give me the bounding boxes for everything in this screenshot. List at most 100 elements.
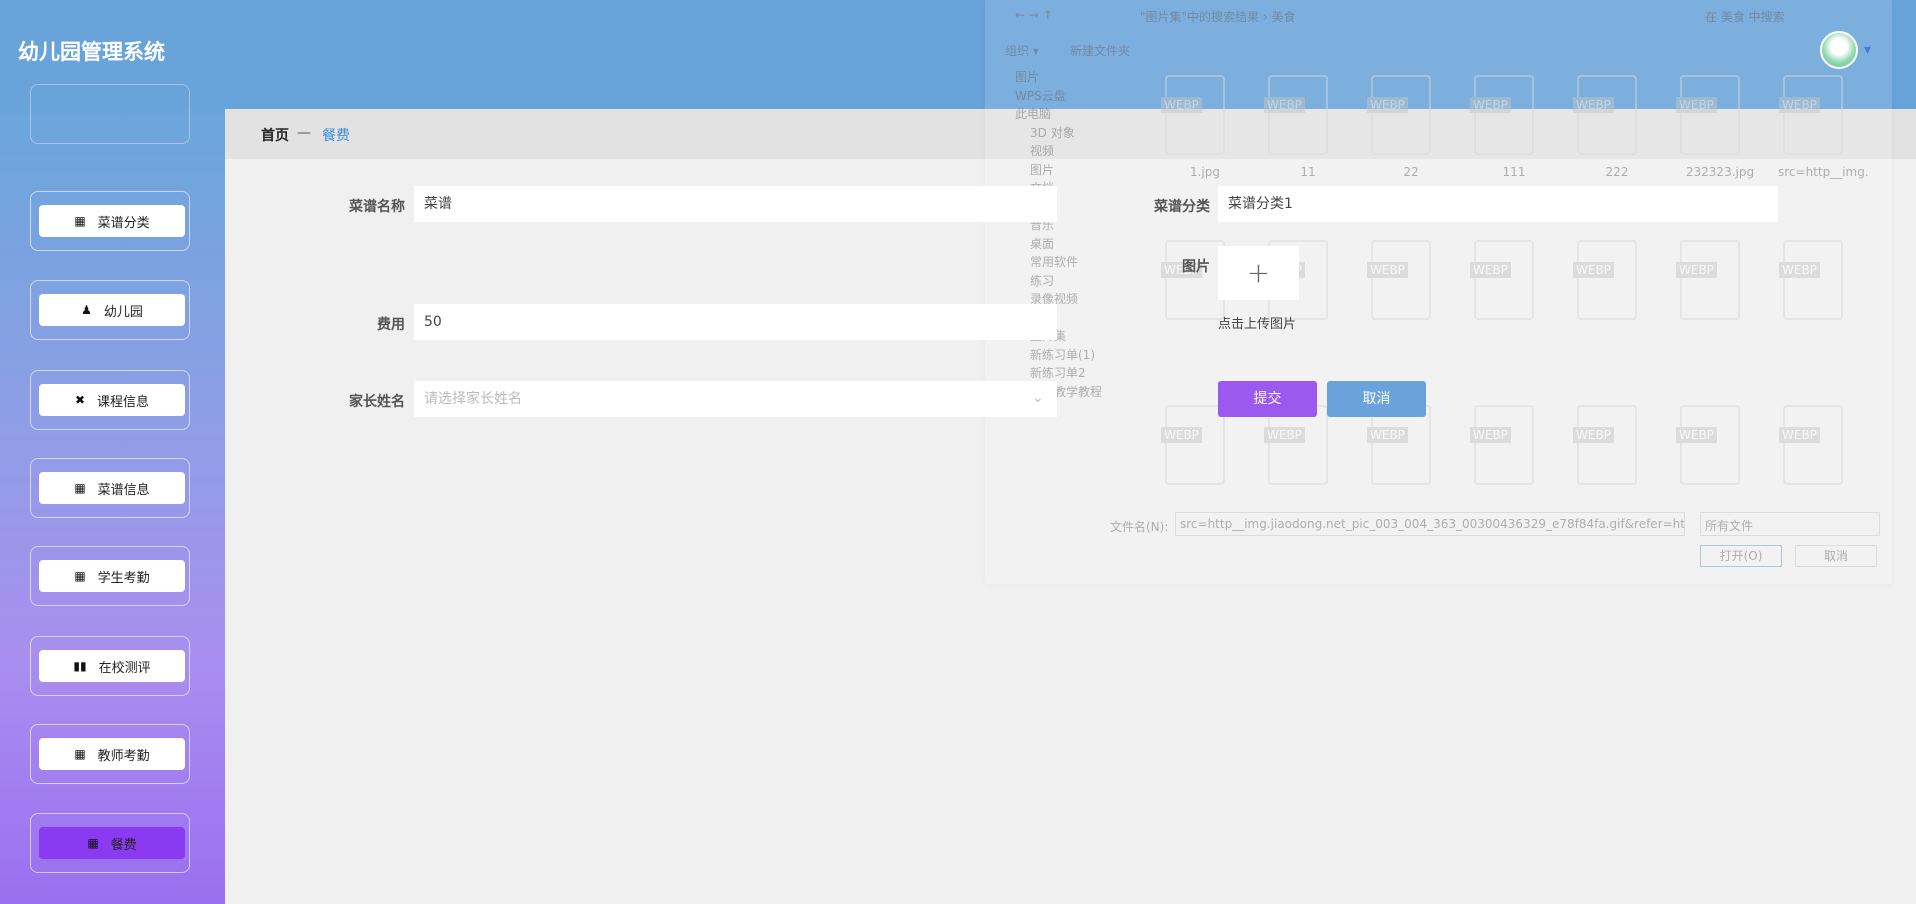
book-icon: ▮▮ [73,659,87,673]
dialog-file-icon[interactable]: WEBP [1676,405,1740,485]
dialog-file-name[interactable]: 22 [1366,165,1456,179]
dialog-file-icon[interactable]: WEBP [1161,405,1225,485]
dialog-tree-item[interactable]: 新练习单(1) [1030,346,1095,363]
parent-name-select[interactable]: 请选择家长姓名 [414,381,1057,417]
sidebar-item-button[interactable]: ♟ 幼儿园 [39,294,185,326]
dialog-file-icon[interactable]: WEBP [1573,75,1637,155]
file-open-dialog-ghost: ← → ↑ "图片集"中的搜索结果 › 美食 在 美食 中搜索 组织 ▾ 新建文… [985,0,1892,584]
dialog-file-icon[interactable]: WEBP [1779,405,1843,485]
dialog-file-icon[interactable]: WEBP [1367,405,1431,485]
sidebar-item[interactable]: ♟ 幼儿园 [30,280,190,340]
menu-name-label: 菜谱名称 [349,199,405,215]
dialog-file-name[interactable]: src=http__img.jiaodong.net_pic_003_004_3… [1778,165,1868,179]
sidebar-item-button[interactable]: ▦ 菜谱分类 [39,205,185,237]
parent-name-label: 家长姓名 [349,394,405,410]
dialog-tree-item[interactable]: 练习 [1030,272,1054,289]
dialog-file-icon[interactable]: WEBP [1470,75,1534,155]
dialog-organize[interactable]: 组织 ▾ [1005,42,1039,59]
dialog-file-name[interactable]: 1.jpg [1160,165,1250,179]
sidebar-item[interactable]: ▦ 餐费 [30,813,190,873]
upload-plus-button[interactable]: + [1218,246,1299,300]
grid-icon: ▦ [74,569,86,583]
dialog-file-name[interactable]: 11 [1263,165,1353,179]
sidebar-item-label: 学生考勤 [97,570,150,586]
dialog-tree-item[interactable]: WPS云盘 [1015,87,1066,104]
sidebar-item-label: 教师考勤 [97,748,150,764]
sidebar-item-label: 在校测评 [98,660,151,676]
sidebar-item-button[interactable]: ▮▮ 在校测评 [39,650,185,682]
sidebar-item-button[interactable]: ▦ 学生考勤 [39,560,185,592]
dialog-file-name[interactable]: 111 [1469,165,1559,179]
sidebar-item-label: 餐费 [110,837,137,853]
sidebar-item[interactable]: ▮▮ 在校测评 [30,636,190,696]
sidebar-item-partial [30,84,190,144]
sidebar-item[interactable]: ▦ 菜谱信息 [30,458,190,518]
dialog-tree-item[interactable]: 图片 [1030,161,1054,178]
user-icon: ♟ [81,303,92,317]
dialog-cancel-button[interactable]: 取消 [1795,545,1877,567]
sidebar-item-button[interactable]: ✖ 课程信息 [39,384,185,416]
sidebar-item-button[interactable]: ▦ 菜谱信息 [39,472,185,504]
cancel-button[interactable]: 取消 [1327,381,1426,417]
submit-button[interactable]: 提交 [1218,381,1317,417]
dialog-file-name[interactable]: 222 [1572,165,1662,179]
dialog-tree-item[interactable]: 此电脑 [1015,105,1051,122]
upload-text[interactable]: 点击上传图片 [1218,313,1296,332]
dialog-tree-item[interactable]: 视频 [1030,142,1054,159]
dialog-tree-item[interactable]: 3D 对象 [1030,124,1075,141]
fee-input[interactable]: 50 [414,304,1057,340]
sidebar-item[interactable]: ▦ 菜谱分类 [30,191,190,251]
grid-icon: ▦ [74,214,86,228]
grid-icon: ▦ [74,747,86,761]
dialog-file-icon[interactable]: WEBP [1264,405,1328,485]
dialog-file-icon[interactable]: WEBP [1264,75,1328,155]
dialog-filetype-select[interactable]: 所有文件 [1700,512,1880,536]
breadcrumb-current: 餐费 [322,128,350,144]
dialog-file-icon[interactable]: WEBP [1470,240,1534,320]
sidebar-item[interactable]: ▦ 教师考勤 [30,724,190,784]
dialog-filename-input[interactable]: src=http__img.jiaodong.net_pic_003_004_3… [1175,512,1685,536]
dialog-file-icon[interactable]: WEBP [1470,405,1534,485]
dialog-tree-item[interactable]: 新练习单2 [1030,364,1086,381]
breadcrumb-home[interactable]: 首页 [261,125,289,145]
dialog-file-name[interactable]: 232323.jpg [1675,165,1765,179]
ticket-icon: ✖ [74,393,86,407]
dialog-filename-label: 文件名(N): [1110,520,1169,534]
menu-category-input[interactable]: 菜谱分类1 [1218,186,1778,222]
dialog-back-icon[interactable]: ← → ↑ [1015,8,1053,22]
sidebar-item-label: 菜谱信息 [97,482,150,498]
dialog-path: "图片集"中的搜索结果 › 美食 [1140,10,1296,24]
dialog-new-folder[interactable]: 新建文件夹 [1070,42,1130,59]
grid-icon: ▦ [74,481,86,495]
menu-category-label: 菜谱分类 [1154,199,1210,215]
dialog-file-icon[interactable]: WEBP [1161,240,1225,320]
grid-icon: ▦ [87,836,99,850]
dialog-file-icon[interactable]: WEBP [1676,240,1740,320]
dialog-file-icon[interactable]: WEBP [1573,405,1637,485]
dialog-file-icon[interactable]: WEBP [1367,75,1431,155]
app-title: 幼儿园管理系统 [18,40,165,64]
breadcrumb-separator: — [297,125,311,141]
chevron-down-icon[interactable]: ▾ [1864,42,1871,58]
sidebar-item-label: 幼儿园 [103,304,143,320]
dialog-file-icon[interactable]: WEBP [1779,240,1843,320]
chevron-down-icon[interactable]: ⌄ [1032,390,1044,406]
dialog-file-icon[interactable]: WEBP [1676,75,1740,155]
dialog-file-icon[interactable]: WEBP [1161,75,1225,155]
sidebar-item[interactable]: ▦ 学生考勤 [30,546,190,606]
dialog-tree-item[interactable]: 图片 [1015,68,1039,85]
menu-name-input[interactable]: 菜谱 [414,186,1057,222]
sidebar-item-label: 课程信息 [97,394,150,410]
dialog-file-icon[interactable]: WEBP [1573,240,1637,320]
avatar[interactable] [1820,31,1858,69]
fee-label: 费用 [377,317,405,333]
sidebar-item[interactable]: ✖ 课程信息 [30,370,190,430]
dialog-tree-item[interactable]: 常用软件 [1030,253,1078,270]
sidebar-item-button[interactable]: ▦ 教师考勤 [39,738,185,770]
dialog-open-button[interactable]: 打开(O) [1700,545,1782,567]
dialog-tree-item[interactable]: 桌面 [1030,235,1054,252]
dialog-file-icon[interactable]: WEBP [1779,75,1843,155]
dialog-search[interactable]: 在 美食 中搜索 [1705,8,1785,25]
dialog-file-icon[interactable]: WEBP [1367,240,1431,320]
sidebar-item-button[interactable]: ▦ 餐费 [39,827,185,859]
